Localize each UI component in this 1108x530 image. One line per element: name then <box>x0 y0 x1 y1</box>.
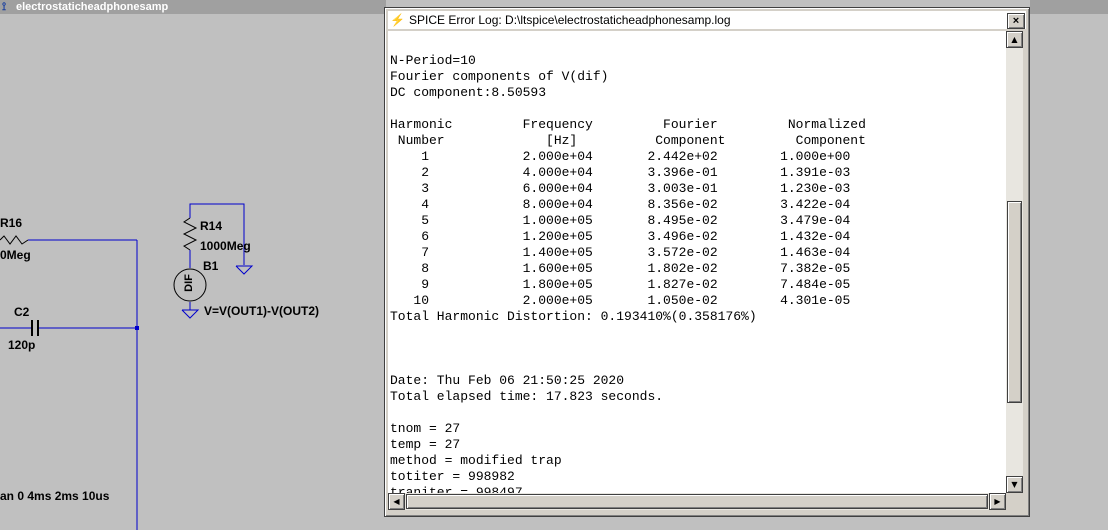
b1-name-label[interactable]: B1 <box>203 259 218 273</box>
c2-name-label[interactable]: C2 <box>14 305 29 319</box>
spice-error-log-window[interactable]: ⚡ SPICE Error Log: D:\ltspice\electrosta… <box>384 7 1030 517</box>
r16-name-label[interactable]: R16 <box>0 216 22 230</box>
r14-name-label[interactable]: R14 <box>200 219 222 233</box>
horizontal-scrollbar[interactable]: ◀ ▶ <box>388 493 1006 510</box>
horizontal-scroll-thumb[interactable] <box>406 494 988 509</box>
r16-resistor-symbol <box>0 235 29 245</box>
size-grip[interactable] <box>1006 493 1023 510</box>
vertical-scrollbar[interactable]: ▲ ▼ <box>1006 31 1023 493</box>
simulation-command-label[interactable]: an 0 4ms 2ms 10us <box>0 489 109 503</box>
wire-junction-dot <box>135 326 139 330</box>
log-text-area[interactable]: N-Period=10 Fourier components of V(dif)… <box>388 31 1006 493</box>
scroll-left-button[interactable]: ◀ <box>388 493 405 510</box>
b1-source-label: DIF <box>182 274 195 292</box>
dialog-title: SPICE Error Log: D:\ltspice\electrostati… <box>409 13 731 27</box>
scroll-up-button[interactable]: ▲ <box>1006 31 1023 48</box>
ground-symbol-r14 <box>235 265 254 275</box>
c2-value-label[interactable]: 120p <box>8 338 35 352</box>
spice-log-icon: ⚡ <box>390 13 405 27</box>
scroll-right-button[interactable]: ▶ <box>989 493 1006 510</box>
r14-value-label[interactable]: 1000Meg <box>200 239 251 253</box>
b1-expression-label[interactable]: V=V(OUT1)-V(OUT2) <box>204 304 319 318</box>
r14-resistor-symbol <box>182 217 198 251</box>
vertical-scroll-thumb[interactable] <box>1007 201 1022 403</box>
ground-symbol-b1 <box>181 309 200 319</box>
r16-value-label[interactable]: 0Meg <box>0 248 31 262</box>
wire-r14-top <box>189 203 245 265</box>
log-content: N-Period=10 Fourier components of V(dif)… <box>390 53 866 493</box>
dialog-title-bar[interactable]: ⚡ SPICE Error Log: D:\ltspice\electrosta… <box>388 11 1026 29</box>
close-button[interactable]: × <box>1007 13 1025 29</box>
scroll-down-button[interactable]: ▼ <box>1006 476 1023 493</box>
